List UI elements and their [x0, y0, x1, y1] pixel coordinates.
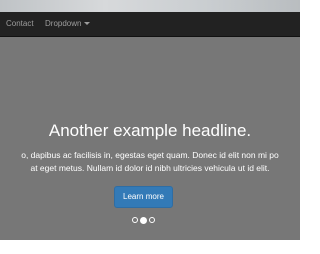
carousel-indicators [132, 216, 155, 225]
carousel: Another example headline. o, dapibus ac … [0, 37, 300, 240]
carousel-indicator-3[interactable] [149, 217, 155, 223]
carousel-headline: Another example headline. [48, 121, 252, 140]
nav-link-contact[interactable]: Contact [6, 12, 34, 36]
carousel-indicator-2-active[interactable] [140, 216, 147, 224]
carousel-caption-line: at eget metus. Nullam id dolor id nibh u… [30, 163, 270, 173]
caret-down-icon [84, 22, 91, 26]
carousel-caption: o, dapibus ac facilisis in, egestas eget… [0, 149, 300, 175]
previous-section-strip [0, 0, 300, 12]
navbar: Contact Dropdown [0, 12, 300, 37]
carousel-caption-line: o, dapibus ac facilisis in, egestas eget… [21, 150, 279, 160]
page: Contact Dropdown Another example headlin… [0, 0, 300, 254]
nav-dropdown-label: Dropdown [45, 19, 82, 28]
carousel-indicator-1[interactable] [132, 217, 138, 223]
learn-more-button[interactable]: Learn more [114, 186, 173, 208]
nav-dropdown-toggle[interactable]: Dropdown [45, 12, 91, 36]
